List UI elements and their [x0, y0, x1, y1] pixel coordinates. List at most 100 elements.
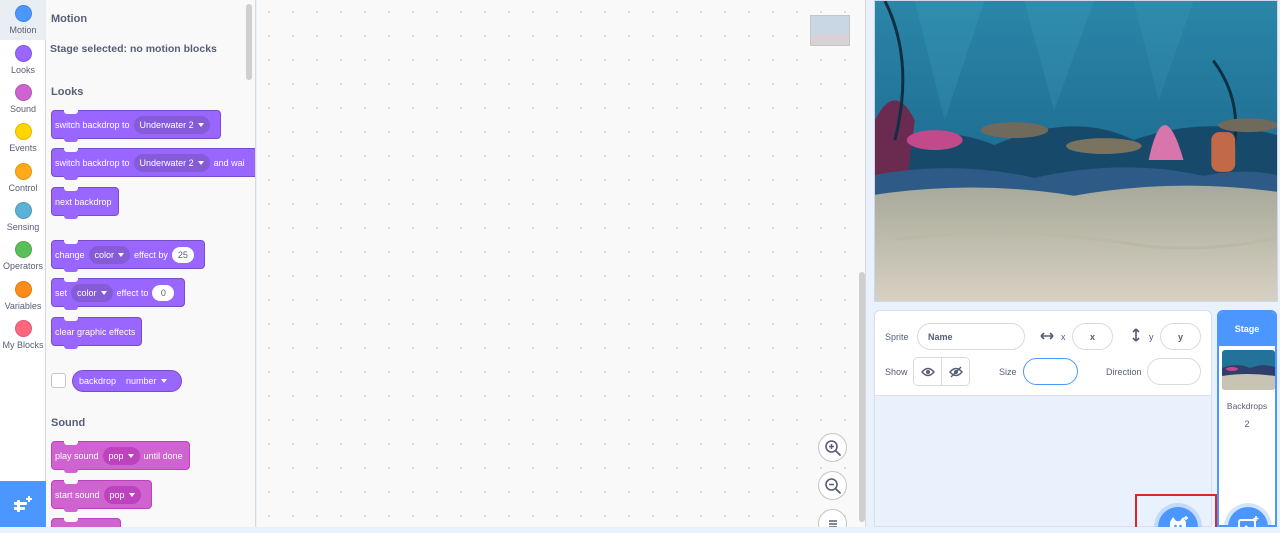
bottom-edge — [0, 527, 1280, 533]
block-palette: Motion Stage selected: no motion blocks … — [46, 0, 256, 527]
myblocks-dot-icon — [14, 320, 32, 337]
show-sprite-button[interactable] — [914, 358, 942, 385]
block-text: next backdrop — [55, 196, 112, 207]
set-effect-block[interactable]: set color effect to 0 — [51, 278, 186, 310]
sound-section-title: Sound — [51, 417, 86, 429]
dropdown-caret-icon — [160, 379, 167, 383]
category-events[interactable]: Events — [0, 118, 46, 158]
category-label: Events — [9, 143, 37, 153]
x-position-input[interactable]: x — [1072, 323, 1113, 350]
category-label: Looks — [10, 65, 36, 75]
dropdown-caret-icon — [197, 160, 204, 165]
stage-thumbnail-indicator — [810, 15, 850, 46]
block-text: clear graphic effects — [55, 326, 136, 337]
clear-graphic-effects-block[interactable]: clear graphic effects — [51, 317, 143, 349]
dropdown-caret-icon — [127, 453, 134, 458]
y-arrows-icon — [1132, 328, 1140, 342]
looks-section-title: Looks — [51, 86, 84, 98]
dropdown-caret-icon — [197, 122, 204, 127]
dropdown-caret-icon — [128, 492, 135, 497]
backdrops-count: 2 — [1244, 419, 1250, 429]
sprite-info-panel: Sprite Name x x y y Show Size Direction — [874, 310, 1212, 396]
backdrop-thumbnail — [1222, 350, 1275, 390]
variables-dot-icon — [14, 281, 32, 298]
sound-dot-icon — [14, 84, 32, 101]
block-text: start sound — [55, 489, 100, 500]
zoom-out-icon — [824, 477, 841, 494]
no-motion-blocks-note: Stage selected: no motion blocks — [50, 43, 217, 55]
hide-sprite-button[interactable] — [941, 358, 969, 385]
palette-scrollbar[interactable] — [246, 4, 252, 80]
category-label: Operators — [2, 261, 44, 271]
category-looks[interactable]: Looks — [0, 40, 46, 80]
dropdown-caret-icon — [118, 252, 125, 257]
backdrop-thumbnail-image — [1222, 350, 1275, 390]
play-sound-until-done-block[interactable]: play sound pop until done — [51, 441, 190, 473]
effect-value-input[interactable]: 0 — [152, 284, 175, 301]
start-sound-block[interactable]: start sound pop — [51, 480, 152, 512]
stage-selector-title: Stage — [1219, 312, 1275, 346]
y-label: y — [1149, 332, 1154, 342]
motion-section-title: Motion — [51, 13, 88, 25]
category-sensing[interactable]: Sensing — [0, 197, 46, 237]
block-text-mid: effect to — [116, 287, 149, 298]
effect-menu[interactable]: color — [71, 283, 113, 302]
sound-menu[interactable]: pop — [102, 446, 140, 465]
category-motion[interactable]: Motion — [0, 0, 46, 40]
workspace-scrollbar[interactable] — [859, 272, 865, 522]
category-label: Control — [8, 183, 38, 193]
change-effect-block[interactable]: change color effect by 25 — [51, 240, 205, 272]
category-variables[interactable]: Variables — [0, 276, 46, 316]
switch-backdrop-and-wait-block[interactable]: switch backdrop to Underwater 2 and wai — [51, 148, 255, 180]
effect-amount-input[interactable]: 25 — [171, 246, 194, 263]
sound-menu[interactable]: pop — [103, 485, 141, 504]
switch-backdrop-block[interactable]: switch backdrop to Underwater 2 — [51, 110, 221, 142]
category-my-blocks[interactable]: My Blocks — [0, 315, 46, 355]
visibility-toggle-group — [913, 357, 970, 386]
add-extension-button[interactable] — [0, 481, 46, 527]
block-text: switch backdrop to — [55, 157, 130, 168]
eye-icon — [920, 367, 935, 376]
category-control[interactable]: Control — [0, 158, 46, 198]
dropdown-caret-icon — [100, 290, 107, 295]
category-operators[interactable]: Operators — [0, 236, 46, 276]
backdrop-menu[interactable]: Underwater 2 — [133, 115, 210, 134]
block-text-suffix: until done — [143, 450, 183, 461]
category-label: Motion — [9, 25, 37, 35]
stage-canvas[interactable] — [874, 0, 1278, 302]
category-label: My Blocks — [2, 340, 44, 350]
backdrops-label: Backdrops — [1226, 401, 1268, 411]
backdrop-reporter-checkbox[interactable] — [51, 373, 66, 388]
effect-menu[interactable]: color — [88, 245, 131, 264]
operators-dot-icon — [14, 241, 32, 258]
x-label: x — [1061, 332, 1066, 342]
size-input[interactable] — [1023, 358, 1078, 385]
direction-input[interactable] — [1147, 358, 1201, 385]
backdrop-menu[interactable]: Underwater 2 — [133, 153, 210, 172]
block-text: switch backdrop to — [55, 119, 130, 130]
category-menu: Motion Looks Sound Events Control Sensin… — [0, 0, 46, 527]
scratch-editor: Motion Looks Sound Events Control Sensin… — [0, 0, 1280, 533]
backdrop-property-menu[interactable]: number — [120, 372, 173, 390]
backdrop-reporter-block[interactable]: backdrop number — [72, 370, 182, 392]
sprite-name-input[interactable]: Name — [917, 323, 1025, 350]
show-label: Show — [885, 367, 908, 377]
category-label: Sensing — [6, 222, 40, 232]
motion-dot-icon — [14, 5, 32, 22]
code-workspace[interactable] — [257, 0, 866, 533]
underwater-backdrop — [875, 1, 1277, 301]
y-position-input[interactable]: y — [1160, 323, 1201, 350]
category-sound[interactable]: Sound — [0, 79, 46, 119]
block-text: play sound — [55, 450, 99, 461]
stage-selector[interactable]: Stage Backdrops 2 — [1217, 310, 1277, 527]
sprite-label: Sprite — [885, 332, 909, 342]
stop-all-sounds-block[interactable] — [51, 518, 121, 527]
next-backdrop-block[interactable]: next backdrop — [51, 187, 119, 219]
zoom-out-button[interactable] — [818, 471, 847, 500]
block-text: backdrop — [79, 376, 117, 386]
direction-label: Direction — [1106, 367, 1142, 377]
category-label: Variables — [4, 301, 42, 311]
extension-icon — [14, 496, 32, 512]
x-arrows-icon — [1040, 332, 1054, 340]
zoom-in-button[interactable] — [818, 433, 847, 462]
